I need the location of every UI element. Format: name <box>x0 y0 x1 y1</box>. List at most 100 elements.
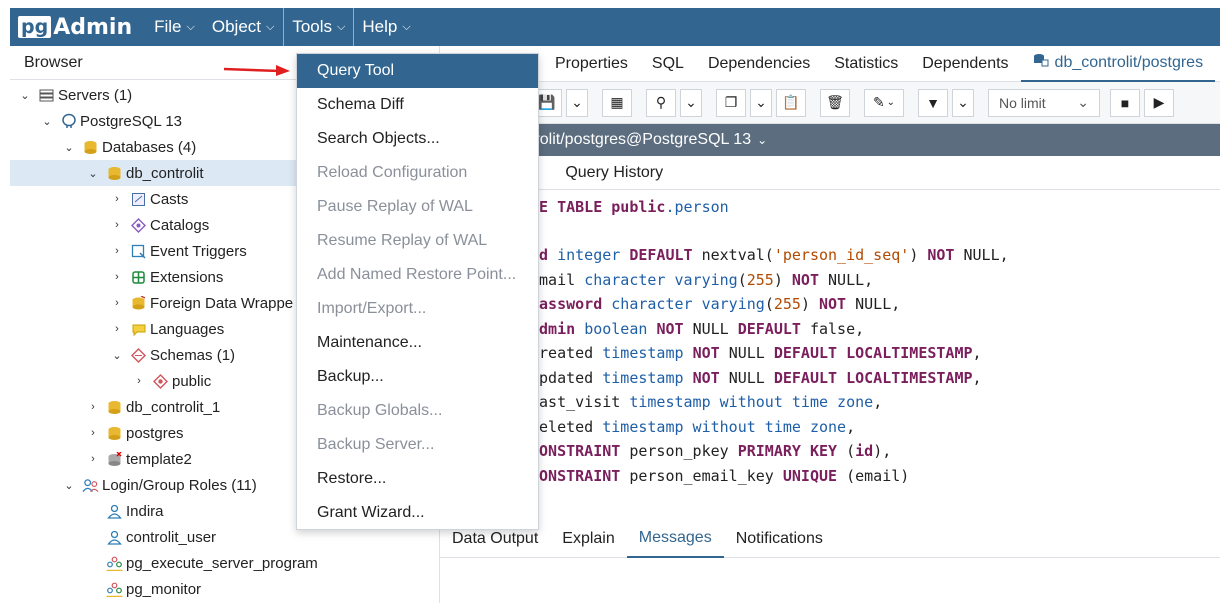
chevron-down-icon: ⌄ <box>886 97 896 108</box>
chevron-right-icon[interactable]: › <box>110 219 124 231</box>
chevron-right-icon[interactable]: › <box>110 245 124 257</box>
edit-button[interactable]: ✎ ⌄ <box>864 88 904 117</box>
menu-item-add-named-restore-point[interactable]: Add Named Restore Point... <box>297 258 538 292</box>
menu-item-backup[interactable]: Backup... <box>297 360 538 394</box>
chevron-down-icon[interactable]: ⌄ <box>18 89 32 102</box>
chevron-right-icon[interactable]: › <box>110 193 124 205</box>
edit-grid-button[interactable]: ▦ <box>602 88 632 117</box>
tree-node-servers[interactable]: ⌄ Servers (1) <box>18 82 132 108</box>
sql-keyword: NOT <box>692 344 729 362</box>
tree-node-foreign-data-wrappers[interactable]: › Foreign Data Wrappe <box>110 290 293 316</box>
menu-item-restore[interactable]: Restore... <box>297 462 538 496</box>
tab-statistics[interactable]: Statistics <box>822 46 910 82</box>
menu-object[interactable]: Object ⌵ <box>204 8 283 46</box>
row-limit-select[interactable]: No limit ⌄ <box>988 88 1100 117</box>
menu-tools[interactable]: Tools ⌵ <box>283 8 355 46</box>
database-disconnected-icon <box>106 451 123 468</box>
database-icon <box>106 399 123 416</box>
grid-icon: ▦ <box>610 94 624 110</box>
menu-item-schema-diff[interactable]: Schema Diff <box>297 88 538 122</box>
chevron-right-icon[interactable]: › <box>110 323 124 335</box>
chevron-right-icon[interactable]: › <box>110 271 124 283</box>
chevron-right-icon[interactable]: › <box>86 427 100 439</box>
tree-node-catalogs[interactable]: › Catalogs <box>110 212 209 238</box>
tree-node-group-pg-execute[interactable]: pg_execute_server_program <box>106 550 318 576</box>
tab-query-history[interactable]: Query History <box>551 164 677 182</box>
chevron-down-icon[interactable]: ⌄ <box>110 349 124 362</box>
menu-tools-label: Tools <box>292 17 333 36</box>
menu-item-search-objects[interactable]: Search Objects... <box>297 122 538 156</box>
tab-explain[interactable]: Explain <box>550 520 626 558</box>
tree-node-schemas[interactable]: ⌄ Schemas (1) <box>110 342 235 368</box>
menu-item-maintenance[interactable]: Maintenance... <box>297 326 538 360</box>
copy-button[interactable]: ❐ <box>716 88 746 117</box>
code-line: id integer DEFAULT nextval('person_id_se… <box>530 246 1009 270</box>
filter-icon: ▼ <box>926 94 940 111</box>
tab-dependencies[interactable]: Dependencies <box>696 46 822 82</box>
stop-button[interactable]: ■ <box>1110 88 1140 117</box>
user-icon <box>106 503 123 520</box>
sql-punct: (email) <box>846 467 910 485</box>
chevron-right-icon[interactable]: › <box>132 375 146 387</box>
menu-item-import-export[interactable]: Import/Export... <box>297 292 538 326</box>
menu-item-backup-globals[interactable]: Backup Globals... <box>297 394 538 428</box>
paste-button[interactable]: 📋 <box>776 88 806 117</box>
tab-sql[interactable]: SQL <box>640 46 696 82</box>
menu-file[interactable]: File ⌵ <box>146 8 204 46</box>
menu-help[interactable]: Help ⌵ <box>354 8 419 46</box>
tree-node-template2[interactable]: › template2 <box>86 446 192 472</box>
copy-dropdown[interactable]: ⌄ <box>750 88 772 117</box>
menu-item-pause-replay-wal[interactable]: Pause Replay of WAL <box>297 190 538 224</box>
tree-node-group-pg-monitor[interactable]: pg_monitor <box>106 576 201 602</box>
tree-node-casts[interactable]: › Casts <box>110 186 188 212</box>
chevron-right-icon[interactable]: › <box>86 453 100 465</box>
tab-query-tool[interactable]: db_controlit/postgres <box>1020 46 1216 82</box>
tree-node-languages[interactable]: › Languages <box>110 316 224 342</box>
tree-node-user-indira[interactable]: Indira <box>106 498 164 524</box>
paste-icon: 📋 <box>782 94 800 110</box>
delete-button[interactable]: 🗑 <box>820 88 850 117</box>
sql-punct: ) <box>773 271 792 289</box>
tree-node-server[interactable]: ⌄ PostgreSQL 13 <box>40 108 182 134</box>
menu-item-resume-replay-wal[interactable]: Resume Replay of WAL <box>297 224 538 258</box>
tree-node-event-triggers[interactable]: › Event Triggers <box>110 238 247 264</box>
tree-node-db-controlit-1[interactable]: › db_controlit_1 <box>86 394 220 420</box>
find-dropdown[interactable]: ⌄ <box>680 88 702 117</box>
chevron-down-icon[interactable]: ⌄ <box>62 479 76 492</box>
tab-messages[interactable]: Messages <box>626 520 724 558</box>
menu-item-reload-configuration[interactable]: Reload Configuration <box>297 156 538 190</box>
connection-bar[interactable]: trolit/postgres@PostgreSQL 13 ⌄ <box>440 124 1220 156</box>
tree-node-extensions[interactable]: › Extensions <box>110 264 223 290</box>
tree-node-databases[interactable]: ⌄ Databases (4) <box>62 134 196 160</box>
tab-properties[interactable]: Properties <box>543 46 640 82</box>
logo-pg-text: pg <box>18 16 52 38</box>
save-dropdown[interactable]: ⌄ <box>566 88 588 117</box>
menu-item-backup-server[interactable]: Backup Server... <box>297 428 538 462</box>
chevron-down-icon[interactable]: ⌄ <box>86 167 100 180</box>
find-button[interactable]: ⚲ <box>646 88 676 117</box>
pgadmin-logo[interactable]: pg Admin <box>18 8 132 46</box>
tab-notifications[interactable]: Notifications <box>724 520 835 558</box>
menu-item-grant-wizard[interactable]: Grant Wizard... <box>297 496 538 530</box>
sql-type: character varying <box>611 295 765 313</box>
sql-punct: ) <box>909 246 928 264</box>
chevron-right-icon[interactable]: › <box>86 401 100 413</box>
tab-dependents[interactable]: Dependents <box>910 46 1020 82</box>
execute-button[interactable]: ▶ <box>1144 88 1174 117</box>
menu-bar: File ⌵ Object ⌵ Tools ⌵ Help ⌵ <box>146 8 420 46</box>
sql-string: 'person_id_seq' <box>773 246 910 264</box>
tree-node-public[interactable]: › public <box>132 368 211 394</box>
chevron-down-icon[interactable]: ⌄ <box>62 141 76 154</box>
tree-node-login-roles[interactable]: ⌄ Login/Group Roles (11) <box>62 472 256 498</box>
filter-dropdown[interactable]: ⌄ <box>952 88 974 117</box>
extensions-icon <box>130 269 147 286</box>
chevron-down-icon[interactable]: ⌄ <box>40 115 54 128</box>
menu-item-query-tool[interactable]: Query Tool <box>297 54 538 88</box>
tree-node-postgres[interactable]: › postgres <box>86 420 183 446</box>
tree-node-user-controlit[interactable]: controlit_user <box>106 524 216 550</box>
chevron-right-icon[interactable]: › <box>110 297 124 309</box>
sql-type: character varying <box>584 271 738 289</box>
sql-keyword: LOCALTIMESTAMP <box>846 344 973 362</box>
filter-button[interactable]: ▼ <box>918 88 948 117</box>
sql-editor[interactable]: TE TABLE public.person id integer DEFAUL… <box>440 196 1220 506</box>
